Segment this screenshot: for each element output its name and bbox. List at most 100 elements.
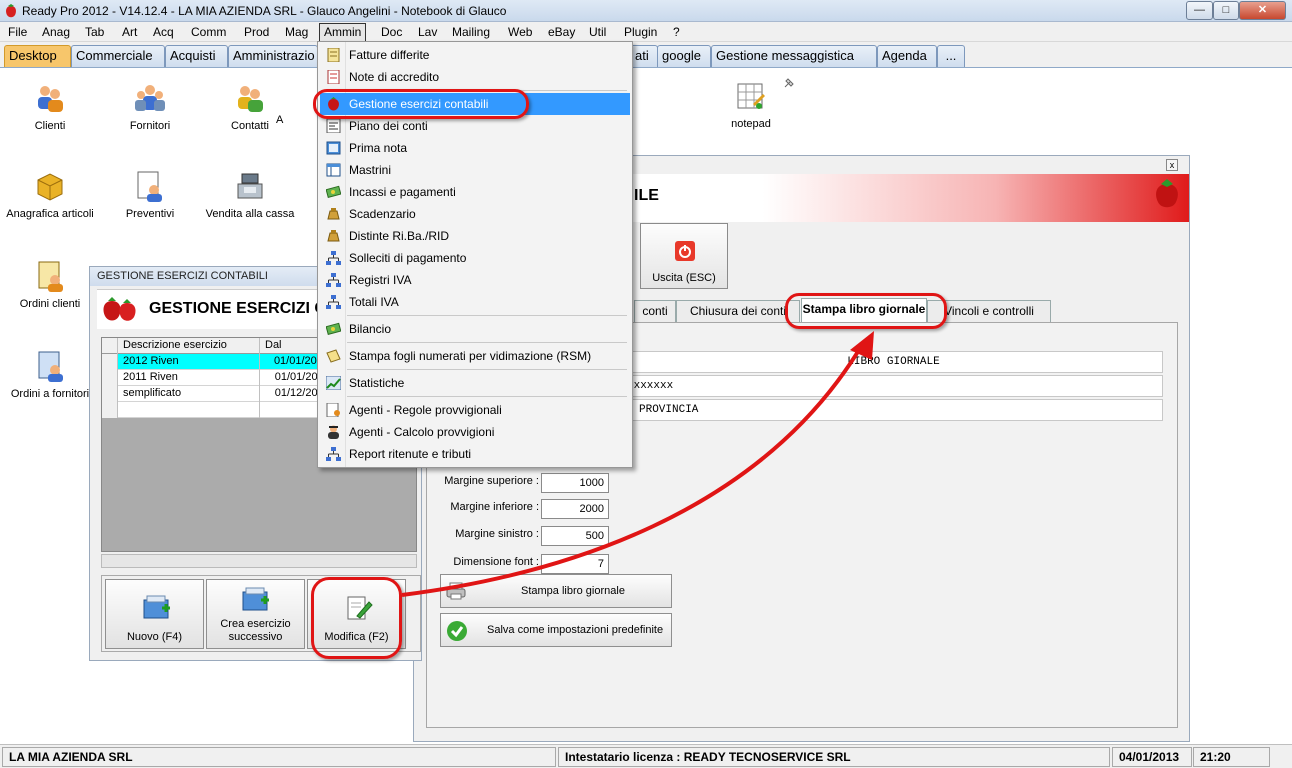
menu-tab[interactable]: Tab — [83, 24, 106, 40]
menu-plugin[interactable]: Plugin — [622, 24, 659, 40]
tab-chiusura-conti[interactable]: Chiusura dei conti — [676, 300, 800, 322]
crea-esercizio-successivo-button[interactable]: Crea esercizio successivo — [206, 579, 305, 649]
menu-help[interactable]: ? — [671, 24, 682, 40]
invoice-icon — [327, 48, 340, 62]
exit-button[interactable]: Uscita (ESC) — [640, 223, 728, 289]
menu-item-note-accredito[interactable]: Note di accredito — [320, 66, 630, 88]
menu-item-mastrini[interactable]: Mastrini — [320, 159, 630, 181]
cell-descrizione: 2012 Riven — [118, 354, 260, 370]
save-defaults-button[interactable]: Salva come impostazioni predefinite — [440, 613, 672, 647]
new-year-icon — [242, 587, 269, 611]
tab-acquisti[interactable]: Acquisti — [165, 45, 228, 67]
menu-prod[interactable]: Prod — [242, 24, 271, 40]
menu-item-prima-nota[interactable]: Prima nota — [320, 137, 630, 159]
tab-more[interactable]: ... — [937, 45, 965, 67]
new-folder-icon — [143, 595, 170, 619]
money-icon — [326, 185, 341, 199]
menu-item-totali-iva[interactable]: Totali IVA — [320, 291, 630, 313]
menu-item-fatture-differite[interactable]: Fatture differite — [320, 44, 630, 66]
desktop-icon-clienti[interactable]: Clienti — [2, 82, 98, 132]
menu-ebay[interactable]: eBay — [546, 24, 577, 40]
desktop-icon-ordini-fornitori[interactable]: Ordini a fornitori — [2, 350, 98, 400]
horizontal-scrollbar[interactable] — [101, 554, 417, 568]
header-line-3[interactable]: PROVINCIA — [624, 399, 1163, 421]
desktop-icon-fornitori[interactable]: Fornitori — [102, 82, 198, 132]
font-size-input[interactable]: 7 — [541, 554, 609, 574]
boxes-icon — [37, 173, 63, 201]
status-license: Intestatario licenza : READY TECNOSERVIC… — [558, 747, 1110, 767]
highlight-ring-tab — [785, 293, 947, 329]
menu-item-bilancio[interactable]: Bilancio — [320, 318, 630, 340]
grid-row-indicator — [102, 338, 118, 354]
desktop-icon-label: notepad — [731, 118, 771, 130]
menu-item-distinte-riba[interactable]: Distinte Ri.Ba./RID — [320, 225, 630, 247]
menu-anag[interactable]: Anag — [40, 24, 72, 40]
margin-left-input[interactable]: 500 — [541, 526, 609, 546]
margin-top-input[interactable]: 1000 — [541, 473, 609, 493]
desktop-icon-label: Ordini a fornitori — [10, 388, 90, 400]
window-header-title: GESTIONE ESERCIZI C — [149, 300, 326, 317]
tab-agenda[interactable]: Agenda — [877, 45, 937, 67]
menu-art[interactable]: Art — [120, 24, 139, 40]
save-button-label: Salva come impostazioni predefinite — [487, 624, 664, 636]
check-icon — [447, 621, 467, 641]
menu-mailing[interactable]: Mailing — [450, 24, 492, 40]
margin-bottom-input[interactable]: 2000 — [541, 499, 609, 519]
desktop-icon-label: Clienti — [34, 120, 66, 132]
desktop-icon-label: Ordini clienti — [19, 298, 81, 310]
tab-google[interactable]: google — [657, 45, 711, 67]
grid-row-indicator — [102, 402, 118, 418]
tab-commerciale[interactable]: Commerciale — [71, 45, 165, 67]
users-icon — [38, 86, 63, 112]
menu-lav[interactable]: Lav — [416, 24, 439, 40]
desktop-icon-vendita-cassa[interactable]: Vendita alla cassa — [202, 170, 298, 220]
menu-ammin[interactable]: Ammin — [319, 23, 367, 42]
menu-item-agenti-calcolo[interactable]: Agenti - Calcolo provvigioni — [320, 421, 630, 443]
menu-mag[interactable]: Mag — [283, 24, 310, 40]
menu-acq[interactable]: Acq — [151, 24, 176, 40]
tab-conti[interactable]: conti — [634, 300, 676, 322]
column-descrizione[interactable]: Descrizione esercizio — [118, 338, 260, 354]
tab-gestione-messaggistica[interactable]: Gestione messaggistica — [711, 45, 877, 67]
header-line-2[interactable]: xxxxxxx — [624, 375, 1163, 397]
minimize-button[interactable]: — — [1186, 1, 1213, 20]
journal-icon — [326, 141, 341, 155]
menu-web[interactable]: Web — [506, 24, 534, 40]
desktop-icon-anagrafica-articoli[interactable]: Anagrafica articoli — [2, 170, 98, 220]
maximize-button[interactable]: □ — [1213, 1, 1239, 20]
menu-doc[interactable]: Doc — [379, 24, 404, 40]
window-header-title: ILE — [634, 187, 659, 204]
menu-item-incassi-pagamenti[interactable]: Incassi e pagamenti — [320, 181, 630, 203]
tab-amministrazione[interactable]: Amministrazio — [228, 45, 318, 67]
network-icon — [326, 295, 341, 309]
nuovo-button[interactable]: Nuovo (F4) — [105, 579, 204, 649]
window-close-button[interactable]: x — [1166, 159, 1178, 171]
print-libro-giornale-button[interactable]: Stampa libro giornale — [440, 574, 672, 608]
header-line-1[interactable]: LIBRO GIORNALE — [624, 351, 1163, 373]
close-button[interactable]: ✕ — [1239, 1, 1286, 20]
cash-register-icon — [237, 173, 263, 199]
menu-file[interactable]: File — [6, 24, 29, 40]
menu-item-solleciti-pagamento[interactable]: Solleciti di pagamento — [320, 247, 630, 269]
supplier-order-icon — [38, 351, 63, 382]
menu-separator — [347, 396, 627, 397]
desktop-icon-ordini-clienti[interactable]: Ordini clienti — [2, 260, 98, 310]
tab-desktop[interactable]: Desktop — [4, 45, 71, 67]
status-date: 04/01/2013 — [1112, 747, 1192, 767]
menu-item-scadenzario[interactable]: Scadenzario — [320, 203, 630, 225]
menu-comm[interactable]: Comm — [189, 24, 228, 40]
credit-note-icon — [327, 70, 340, 84]
menu-item-statistiche[interactable]: Statistiche — [320, 372, 630, 394]
pin-icon[interactable] — [782, 76, 796, 90]
window-title: Ready Pro 2012 - V14.12.4 - LA MIA AZIEN… — [22, 4, 507, 18]
desktop-icon-preventivi[interactable]: Preventivi — [102, 170, 198, 220]
menu-item-stampa-fogli-numerati[interactable]: Stampa fogli numerati per vidimazione (R… — [320, 345, 630, 367]
money-bag-icon — [327, 208, 340, 220]
network-icon — [326, 273, 341, 287]
quote-icon — [137, 171, 162, 202]
menu-item-registri-iva[interactable]: Registri IVA — [320, 269, 630, 291]
menu-util[interactable]: Util — [587, 24, 608, 40]
menu-item-report-ritenute[interactable]: Report ritenute e tributi — [320, 443, 630, 465]
menu-item-agenti-regole[interactable]: Agenti - Regole provvigionali — [320, 399, 630, 421]
tab-partial[interactable]: ati — [630, 45, 658, 67]
